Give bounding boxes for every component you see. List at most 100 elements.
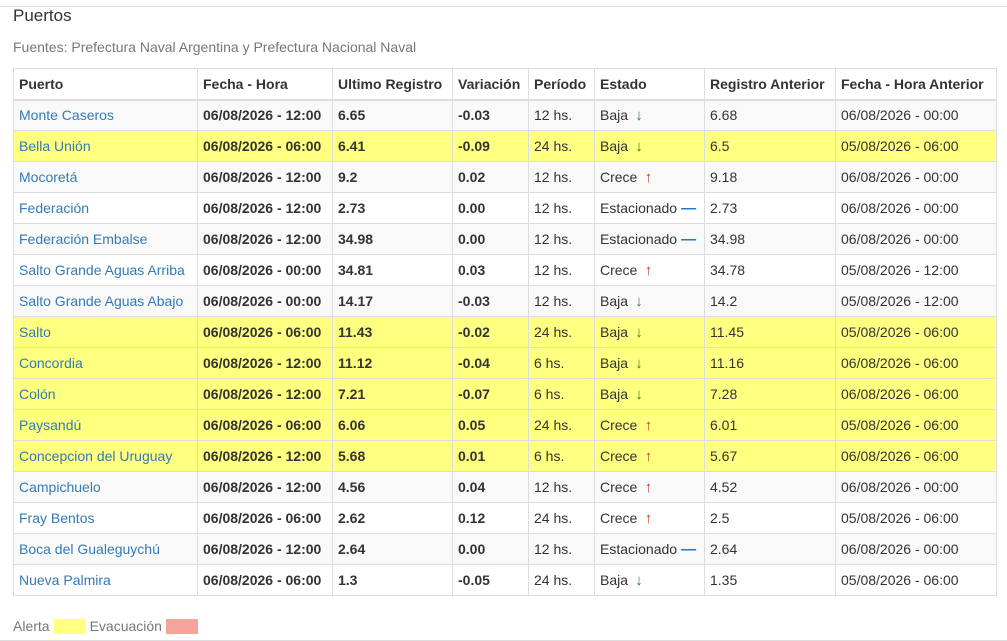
port-link[interactable]: Colón [19, 386, 56, 402]
port-link[interactable]: Concordia [19, 355, 83, 371]
cell-fecha-hora-anterior: 05/08/2026 - 06:00 [835, 409, 997, 441]
col-registro-anterior[interactable]: Registro Anterior [704, 68, 836, 101]
port-link[interactable]: Nueva Palmira [19, 572, 111, 588]
col-variacion[interactable]: Variación [452, 68, 529, 101]
col-periodo[interactable]: Período [528, 68, 595, 101]
cell-ultimo-registro: 2.73 [332, 192, 453, 224]
cell-puerto: Salto Grande Aguas Arriba [13, 254, 198, 286]
col-fecha-hora-anterior[interactable]: Fecha - Hora Anterior [835, 68, 997, 101]
estado-label: Crece [600, 416, 638, 433]
estado-label: Crece [600, 261, 638, 278]
arrow-up-icon: ↑ [644, 416, 653, 434]
cell-fecha-hora-anterior: 06/08/2026 - 00:00 [835, 192, 997, 224]
cell-puerto: Colón [13, 378, 198, 410]
cell-ultimo-registro: 34.81 [332, 254, 453, 286]
port-link[interactable]: Mocoretá [19, 169, 77, 185]
page-title: Puertos [13, 6, 72, 25]
port-link[interactable]: Salto [19, 324, 51, 340]
cell-variacion: 0.04 [452, 471, 529, 503]
cell-periodo: 6 hs. [528, 378, 595, 410]
cell-ultimo-registro: 7.21 [332, 378, 453, 410]
col-estado[interactable]: Estado [594, 68, 705, 101]
cell-fecha-hora-anterior: 06/08/2026 - 00:00 [835, 161, 997, 193]
table-row: Colón 06/08/2026 - 12:00 7.21 -0.07 6 hs. Baj… [13, 378, 997, 410]
port-link[interactable]: Federación Embalse [19, 231, 147, 247]
cell-estado: Estacionado — [594, 192, 705, 224]
cell-registro-anterior: 4.52 [704, 471, 836, 503]
cell-fecha-hora: 06/08/2026 - 12:00 [197, 223, 333, 255]
cell-puerto: Fray Bentos [13, 502, 198, 534]
table-row: Salto Grande Aguas Arriba 06/08/2026 - 00… [13, 254, 997, 286]
col-fecha-hora[interactable]: Fecha - Hora [197, 68, 333, 101]
cell-fecha-hora: 06/08/2026 - 12:00 [197, 161, 333, 193]
port-link[interactable]: Campichuelo [19, 479, 101, 495]
port-link[interactable]: Boca del Gualeguychú [19, 541, 160, 557]
cell-fecha-hora: 06/08/2026 - 00:00 [197, 285, 333, 317]
arrow-up-icon: ↑ [644, 447, 653, 465]
cell-fecha-hora-anterior: 05/08/2026 - 06:00 [835, 130, 997, 162]
cell-fecha-hora-anterior: 06/08/2026 - 00:00 [835, 223, 997, 255]
cell-variacion: -0.07 [452, 378, 529, 410]
cell-variacion: 0.00 [452, 192, 529, 224]
cell-ultimo-registro: 5.68 [332, 440, 453, 472]
cell-puerto: Mocoretá [13, 161, 198, 193]
port-link[interactable]: Salto Grande Aguas Abajo [19, 293, 183, 309]
cell-periodo: 6 hs. [528, 347, 595, 379]
cell-fecha-hora: 06/08/2026 - 06:00 [197, 130, 333, 162]
port-link[interactable]: Fray Bentos [19, 510, 94, 526]
arrow-up-icon: ↑ [644, 168, 653, 186]
estado-label: Baja [600, 137, 629, 154]
table-row: Mocoretá 06/08/2026 - 12:00 9.2 0.02 12 hs. C… [13, 161, 997, 193]
cell-registro-anterior: 6.68 [704, 99, 836, 131]
cell-estado: Estacionado — [594, 223, 705, 255]
port-link[interactable]: Salto Grande Aguas Arriba [19, 262, 185, 278]
cell-estado: Baja ↓ [594, 347, 705, 379]
cell-registro-anterior: 11.45 [704, 316, 836, 348]
estado-label: Crece [600, 478, 638, 495]
table-row: Federación Embalse 06/08/2026 - 12:00 34.9… [13, 223, 997, 255]
cell-puerto: Paysandú [13, 409, 198, 441]
port-link[interactable]: Monte Caseros [19, 107, 114, 123]
cell-registro-anterior: 1.35 [704, 564, 836, 596]
cell-fecha-hora-anterior: 05/08/2026 - 06:00 [835, 564, 997, 596]
ports-table-body: Monte Caseros 06/08/2026 - 12:00 6.65 -0.03… [13, 99, 997, 596]
cell-periodo: 12 hs. [528, 223, 595, 255]
estado-label: Estacionado [600, 230, 678, 247]
cell-fecha-hora: 06/08/2026 - 12:00 [197, 533, 333, 565]
dash-icon: — [681, 199, 697, 217]
cell-registro-anterior: 11.16 [704, 347, 836, 379]
cell-fecha-hora-anterior: 06/08/2026 - 00:00 [835, 533, 997, 565]
table-row: Salto Grande Aguas Abajo 06/08/2026 - 00:… [13, 285, 997, 317]
port-link[interactable]: Paysandú [19, 417, 81, 433]
col-ultimo-registro[interactable]: Ultimo Registro [332, 68, 453, 101]
cell-fecha-hora: 06/08/2026 - 06:00 [197, 316, 333, 348]
cell-fecha-hora: 06/08/2026 - 12:00 [197, 378, 333, 410]
cell-fecha-hora: 06/08/2026 - 12:00 [197, 192, 333, 224]
cell-periodo: 24 hs. [528, 409, 595, 441]
port-link[interactable]: Federación [19, 200, 89, 216]
cell-ultimo-registro: 11.12 [332, 347, 453, 379]
cell-fecha-hora-anterior: 05/08/2026 - 12:00 [835, 285, 997, 317]
legend: Alerta Evacuación [13, 618, 202, 634]
cell-puerto: Nueva Palmira [13, 564, 198, 596]
port-link[interactable]: Bella Unión [19, 138, 91, 154]
cell-fecha-hora: 06/08/2026 - 06:00 [197, 502, 333, 534]
sources-subtitle: Fuentes: Prefectura Naval Argentina y Pr… [13, 39, 417, 55]
port-link[interactable]: Concepcion del Uruguay [19, 448, 172, 464]
cell-fecha-hora: 06/08/2026 - 06:00 [197, 564, 333, 596]
arrow-down-icon: ↓ [635, 106, 643, 124]
cell-variacion: -0.04 [452, 347, 529, 379]
cell-variacion: -0.03 [452, 99, 529, 131]
table-row: Paysandú 06/08/2026 - 06:00 6.06 0.05 24 hs.… [13, 409, 997, 441]
cell-registro-anterior: 6.01 [704, 409, 836, 441]
col-puerto[interactable]: Puerto [13, 68, 198, 101]
cell-puerto: Concordia [13, 347, 198, 379]
cell-estado: Baja ↓ [594, 378, 705, 410]
cell-estado: Crece ↑ [594, 161, 705, 193]
cell-variacion: 0.02 [452, 161, 529, 193]
cell-puerto: Salto [13, 316, 198, 348]
estado-label: Baja [600, 323, 629, 340]
cell-periodo: 12 hs. [528, 254, 595, 286]
cell-estado: Crece ↑ [594, 502, 705, 534]
cell-fecha-hora-anterior: 05/08/2026 - 12:00 [835, 254, 997, 286]
